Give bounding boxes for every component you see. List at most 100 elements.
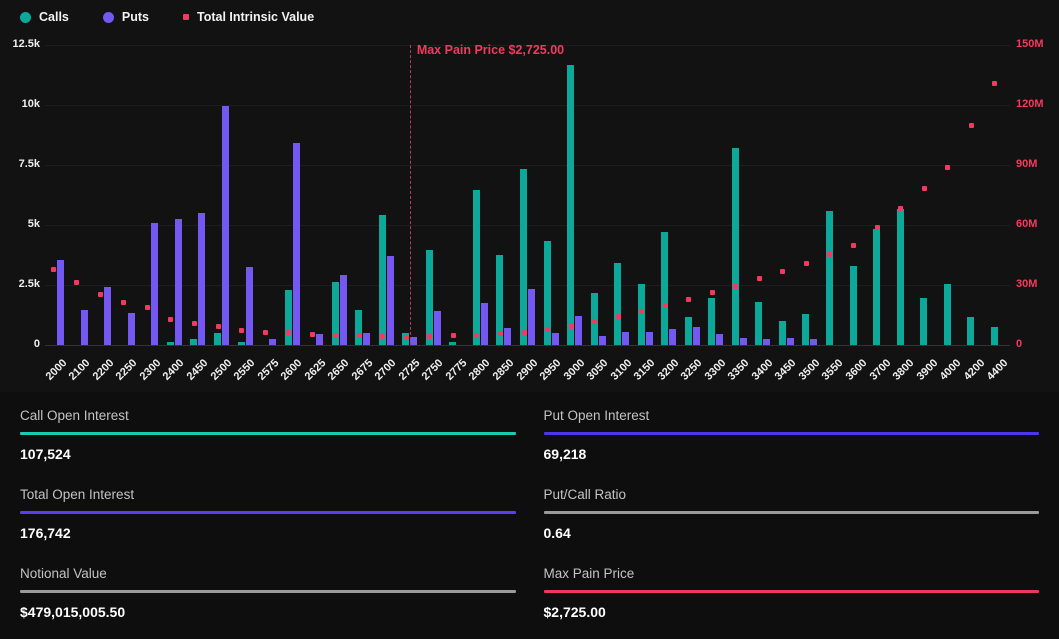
puts-bar[interactable] — [246, 267, 253, 345]
intrinsic-value-dot[interactable] — [121, 300, 126, 305]
intrinsic-value-dot[interactable] — [404, 335, 409, 340]
intrinsic-value-dot[interactable] — [263, 330, 268, 335]
puts-bar[interactable] — [763, 339, 770, 345]
intrinsic-value-dot[interactable] — [380, 334, 385, 339]
calls-bar[interactable] — [285, 290, 292, 345]
calls-bar[interactable] — [967, 317, 974, 345]
puts-bar[interactable] — [363, 333, 370, 345]
puts-bar[interactable] — [81, 310, 88, 345]
puts-bar[interactable] — [716, 334, 723, 345]
calls-bar[interactable] — [167, 342, 174, 345]
calls-bar[interactable] — [449, 342, 456, 345]
calls-bar[interactable] — [567, 65, 574, 345]
puts-bar[interactable] — [599, 336, 606, 345]
calls-bar[interactable] — [708, 298, 715, 345]
intrinsic-value-dot[interactable] — [286, 330, 291, 335]
intrinsic-value-dot[interactable] — [545, 327, 550, 332]
puts-bar[interactable] — [434, 311, 441, 345]
puts-bar[interactable] — [504, 328, 511, 345]
calls-bar[interactable] — [426, 250, 433, 345]
calls-bar[interactable] — [638, 284, 645, 345]
intrinsic-value-dot[interactable] — [145, 305, 150, 310]
legend-item-total-intrinsic-value[interactable]: Total Intrinsic Value — [183, 10, 314, 24]
calls-bar[interactable] — [897, 209, 904, 345]
intrinsic-value-dot[interactable] — [51, 267, 56, 272]
puts-bar[interactable] — [340, 275, 347, 345]
calls-bar[interactable] — [802, 314, 809, 345]
intrinsic-value-dot[interactable] — [969, 123, 974, 128]
puts-bar[interactable] — [316, 334, 323, 345]
intrinsic-value-dot[interactable] — [168, 317, 173, 322]
calls-bar[interactable] — [379, 215, 386, 345]
puts-bar[interactable] — [293, 143, 300, 345]
puts-bar[interactable] — [151, 223, 158, 345]
intrinsic-value-dot[interactable] — [757, 276, 762, 281]
puts-bar[interactable] — [175, 219, 182, 345]
calls-bar[interactable] — [826, 211, 833, 345]
intrinsic-value-dot[interactable] — [686, 297, 691, 302]
calls-bar[interactable] — [732, 148, 739, 345]
intrinsic-value-dot[interactable] — [616, 314, 621, 319]
intrinsic-value-dot[interactable] — [663, 303, 668, 308]
calls-bar[interactable] — [238, 342, 245, 345]
intrinsic-value-dot[interactable] — [733, 284, 738, 289]
intrinsic-value-dot[interactable] — [98, 292, 103, 297]
intrinsic-value-dot[interactable] — [239, 328, 244, 333]
puts-bar[interactable] — [622, 332, 629, 345]
intrinsic-value-dot[interactable] — [804, 261, 809, 266]
intrinsic-value-dot[interactable] — [74, 280, 79, 285]
puts-bar[interactable] — [269, 339, 276, 345]
calls-bar[interactable] — [214, 333, 221, 345]
intrinsic-value-dot[interactable] — [592, 319, 597, 324]
puts-bar[interactable] — [481, 303, 488, 345]
intrinsic-value-dot[interactable] — [851, 243, 856, 248]
puts-bar[interactable] — [128, 313, 135, 345]
calls-bar[interactable] — [920, 298, 927, 345]
calls-bar[interactable] — [873, 229, 880, 345]
intrinsic-value-dot[interactable] — [875, 225, 880, 230]
intrinsic-value-dot[interactable] — [310, 332, 315, 337]
intrinsic-value-dot[interactable] — [639, 309, 644, 314]
puts-bar[interactable] — [575, 316, 582, 345]
intrinsic-value-dot[interactable] — [922, 186, 927, 191]
puts-bar[interactable] — [198, 213, 205, 345]
calls-bar[interactable] — [614, 263, 621, 345]
intrinsic-value-dot[interactable] — [780, 269, 785, 274]
calls-bar[interactable] — [779, 321, 786, 345]
intrinsic-value-dot[interactable] — [522, 330, 527, 335]
intrinsic-value-dot[interactable] — [192, 321, 197, 326]
intrinsic-value-dot[interactable] — [569, 324, 574, 329]
puts-bar[interactable] — [528, 289, 535, 345]
intrinsic-value-dot[interactable] — [945, 165, 950, 170]
calls-bar[interactable] — [473, 190, 480, 345]
puts-bar[interactable] — [222, 106, 229, 345]
puts-bar[interactable] — [810, 339, 817, 345]
intrinsic-value-dot[interactable] — [357, 333, 362, 338]
intrinsic-value-dot[interactable] — [992, 81, 997, 86]
calls-bar[interactable] — [850, 266, 857, 345]
intrinsic-value-dot[interactable] — [898, 206, 903, 211]
puts-bar[interactable] — [646, 332, 653, 345]
intrinsic-value-dot[interactable] — [827, 252, 832, 257]
calls-bar[interactable] — [661, 232, 668, 345]
calls-bar[interactable] — [190, 339, 197, 345]
calls-bar[interactable] — [685, 317, 692, 345]
intrinsic-value-dot[interactable] — [498, 331, 503, 336]
puts-bar[interactable] — [552, 333, 559, 345]
calls-bar[interactable] — [991, 327, 998, 345]
puts-bar[interactable] — [387, 256, 394, 345]
intrinsic-value-dot[interactable] — [427, 334, 432, 339]
puts-bar[interactable] — [693, 327, 700, 345]
calls-bar[interactable] — [520, 169, 527, 345]
legend-item-calls[interactable]: Calls — [20, 10, 69, 24]
calls-bar[interactable] — [355, 310, 362, 345]
puts-bar[interactable] — [669, 329, 676, 345]
intrinsic-value-dot[interactable] — [451, 333, 456, 338]
legend-item-puts[interactable]: Puts — [103, 10, 149, 24]
puts-bar[interactable] — [104, 287, 111, 345]
puts-bar[interactable] — [787, 338, 794, 345]
calls-bar[interactable] — [755, 302, 762, 345]
intrinsic-value-dot[interactable] — [710, 290, 715, 295]
puts-bar[interactable] — [57, 260, 64, 345]
puts-bar[interactable] — [740, 338, 747, 345]
